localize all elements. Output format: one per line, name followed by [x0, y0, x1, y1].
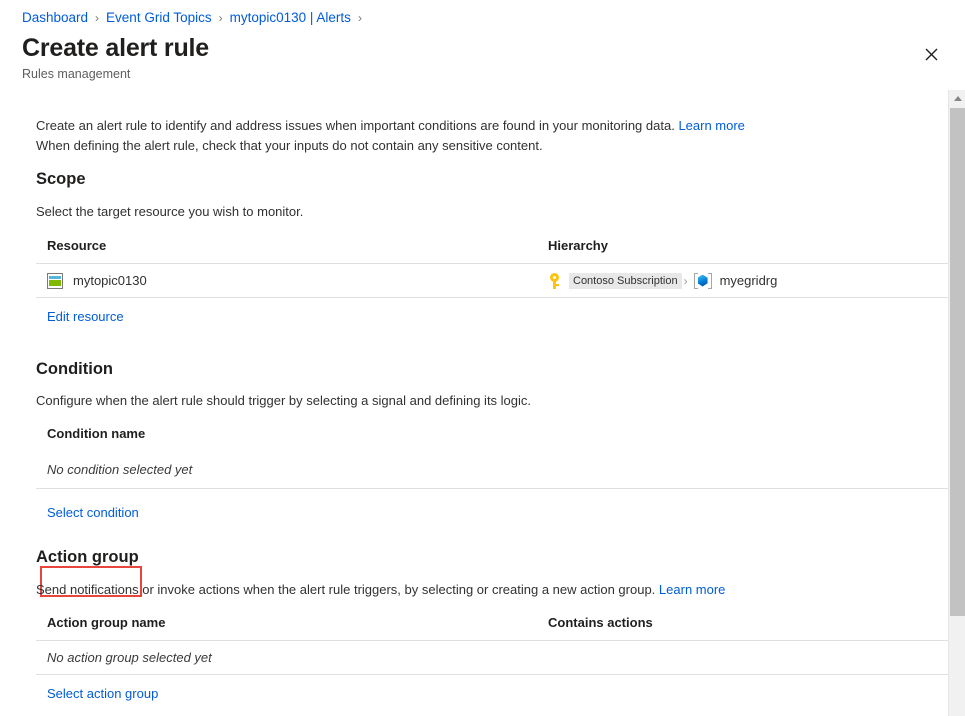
- scope-resource-table: Resource Hierarchy mytopic0130 Contoso S…: [36, 238, 948, 324]
- scope-column-hierarchy: Hierarchy: [548, 238, 948, 253]
- scope-resource-name: mytopic0130: [73, 273, 147, 288]
- page-subtitle: Rules management: [22, 67, 130, 81]
- breadcrumb-item-mytopic-alerts[interactable]: mytopic0130 | Alerts: [230, 10, 351, 25]
- intro-line-2: When defining the alert rule, check that…: [36, 138, 543, 153]
- action-group-description: Send notifications or invoke actions whe…: [36, 582, 725, 597]
- action-group-description-text: Send notifications or invoke actions whe…: [36, 582, 655, 597]
- intro-line-1: Create an alert rule to identify and add…: [36, 118, 675, 133]
- scope-subscription-name: Contoso Subscription: [569, 273, 682, 289]
- action-group-heading: Action group: [36, 548, 139, 567]
- scope-table-header: Resource Hierarchy: [36, 238, 948, 264]
- condition-empty-text: No condition selected yet: [36, 462, 548, 477]
- action-group-actions: Select action group: [36, 675, 948, 701]
- page-title: Create alert rule: [22, 34, 209, 63]
- action-group-empty-text: No action group selected yet: [36, 650, 548, 665]
- breadcrumb-separator-icon: ›: [358, 12, 362, 24]
- action-group-table-header: Action group name Contains actions: [36, 615, 948, 641]
- condition-column-name: Condition name: [36, 426, 548, 441]
- scope-hierarchy-cell: Contoso Subscription › myegridrg: [548, 273, 948, 289]
- intro-learn-more-link[interactable]: Learn more: [678, 118, 744, 133]
- scope-heading: Scope: [36, 170, 86, 189]
- hierarchy-separator-icon: ›: [684, 274, 688, 288]
- table-row[interactable]: mytopic0130 Contoso Subscription › myegr…: [36, 264, 948, 298]
- scope-resource-group-name: myegridrg: [720, 273, 778, 288]
- close-icon[interactable]: [915, 38, 947, 70]
- action-group-learn-more-link[interactable]: Learn more: [659, 582, 725, 597]
- key-icon: [548, 273, 562, 289]
- breadcrumb: Dashboard › Event Grid Topics › mytopic0…: [22, 10, 369, 25]
- scope-actions: Edit resource: [36, 298, 948, 324]
- condition-table: Condition name No condition selected yet…: [36, 426, 948, 520]
- condition-actions: Select condition: [36, 489, 948, 520]
- scroll-up-arrow-icon[interactable]: [949, 90, 965, 107]
- action-group-column-name: Action group name: [36, 615, 548, 630]
- scope-column-resource: Resource: [36, 238, 548, 253]
- breadcrumb-separator-icon: ›: [95, 12, 99, 24]
- action-group-table: Action group name Contains actions No ac…: [36, 615, 948, 701]
- condition-description: Configure when the alert rule should tri…: [36, 393, 531, 408]
- scope-resource-cell: mytopic0130: [36, 273, 548, 289]
- breadcrumb-item-event-grid-topics[interactable]: Event Grid Topics: [106, 10, 212, 25]
- action-group-column-contains: Contains actions: [548, 615, 948, 630]
- edit-resource-link[interactable]: Edit resource: [47, 309, 124, 324]
- breadcrumb-item-dashboard[interactable]: Dashboard: [22, 10, 88, 25]
- select-action-group-link[interactable]: Select action group: [47, 686, 158, 701]
- intro-text: Create an alert rule to identify and add…: [36, 116, 836, 156]
- condition-table-header: Condition name: [36, 426, 948, 451]
- action-group-empty-row: No action group selected yet: [36, 641, 948, 675]
- event-grid-topic-icon: [47, 273, 63, 289]
- scope-description: Select the target resource you wish to m…: [36, 204, 303, 219]
- scroll-thumb[interactable]: [950, 108, 965, 616]
- blade-content-scroll-area: Create an alert rule to identify and add…: [0, 90, 965, 716]
- vertical-scrollbar[interactable]: [948, 90, 965, 716]
- select-condition-link[interactable]: Select condition: [47, 505, 139, 520]
- condition-empty-row: No condition selected yet: [36, 451, 948, 489]
- breadcrumb-separator-icon: ›: [219, 12, 223, 24]
- resource-group-cube-icon: [694, 273, 712, 289]
- condition-heading: Condition: [36, 360, 113, 379]
- create-alert-rule-blade: Dashboard › Event Grid Topics › mytopic0…: [0, 0, 965, 716]
